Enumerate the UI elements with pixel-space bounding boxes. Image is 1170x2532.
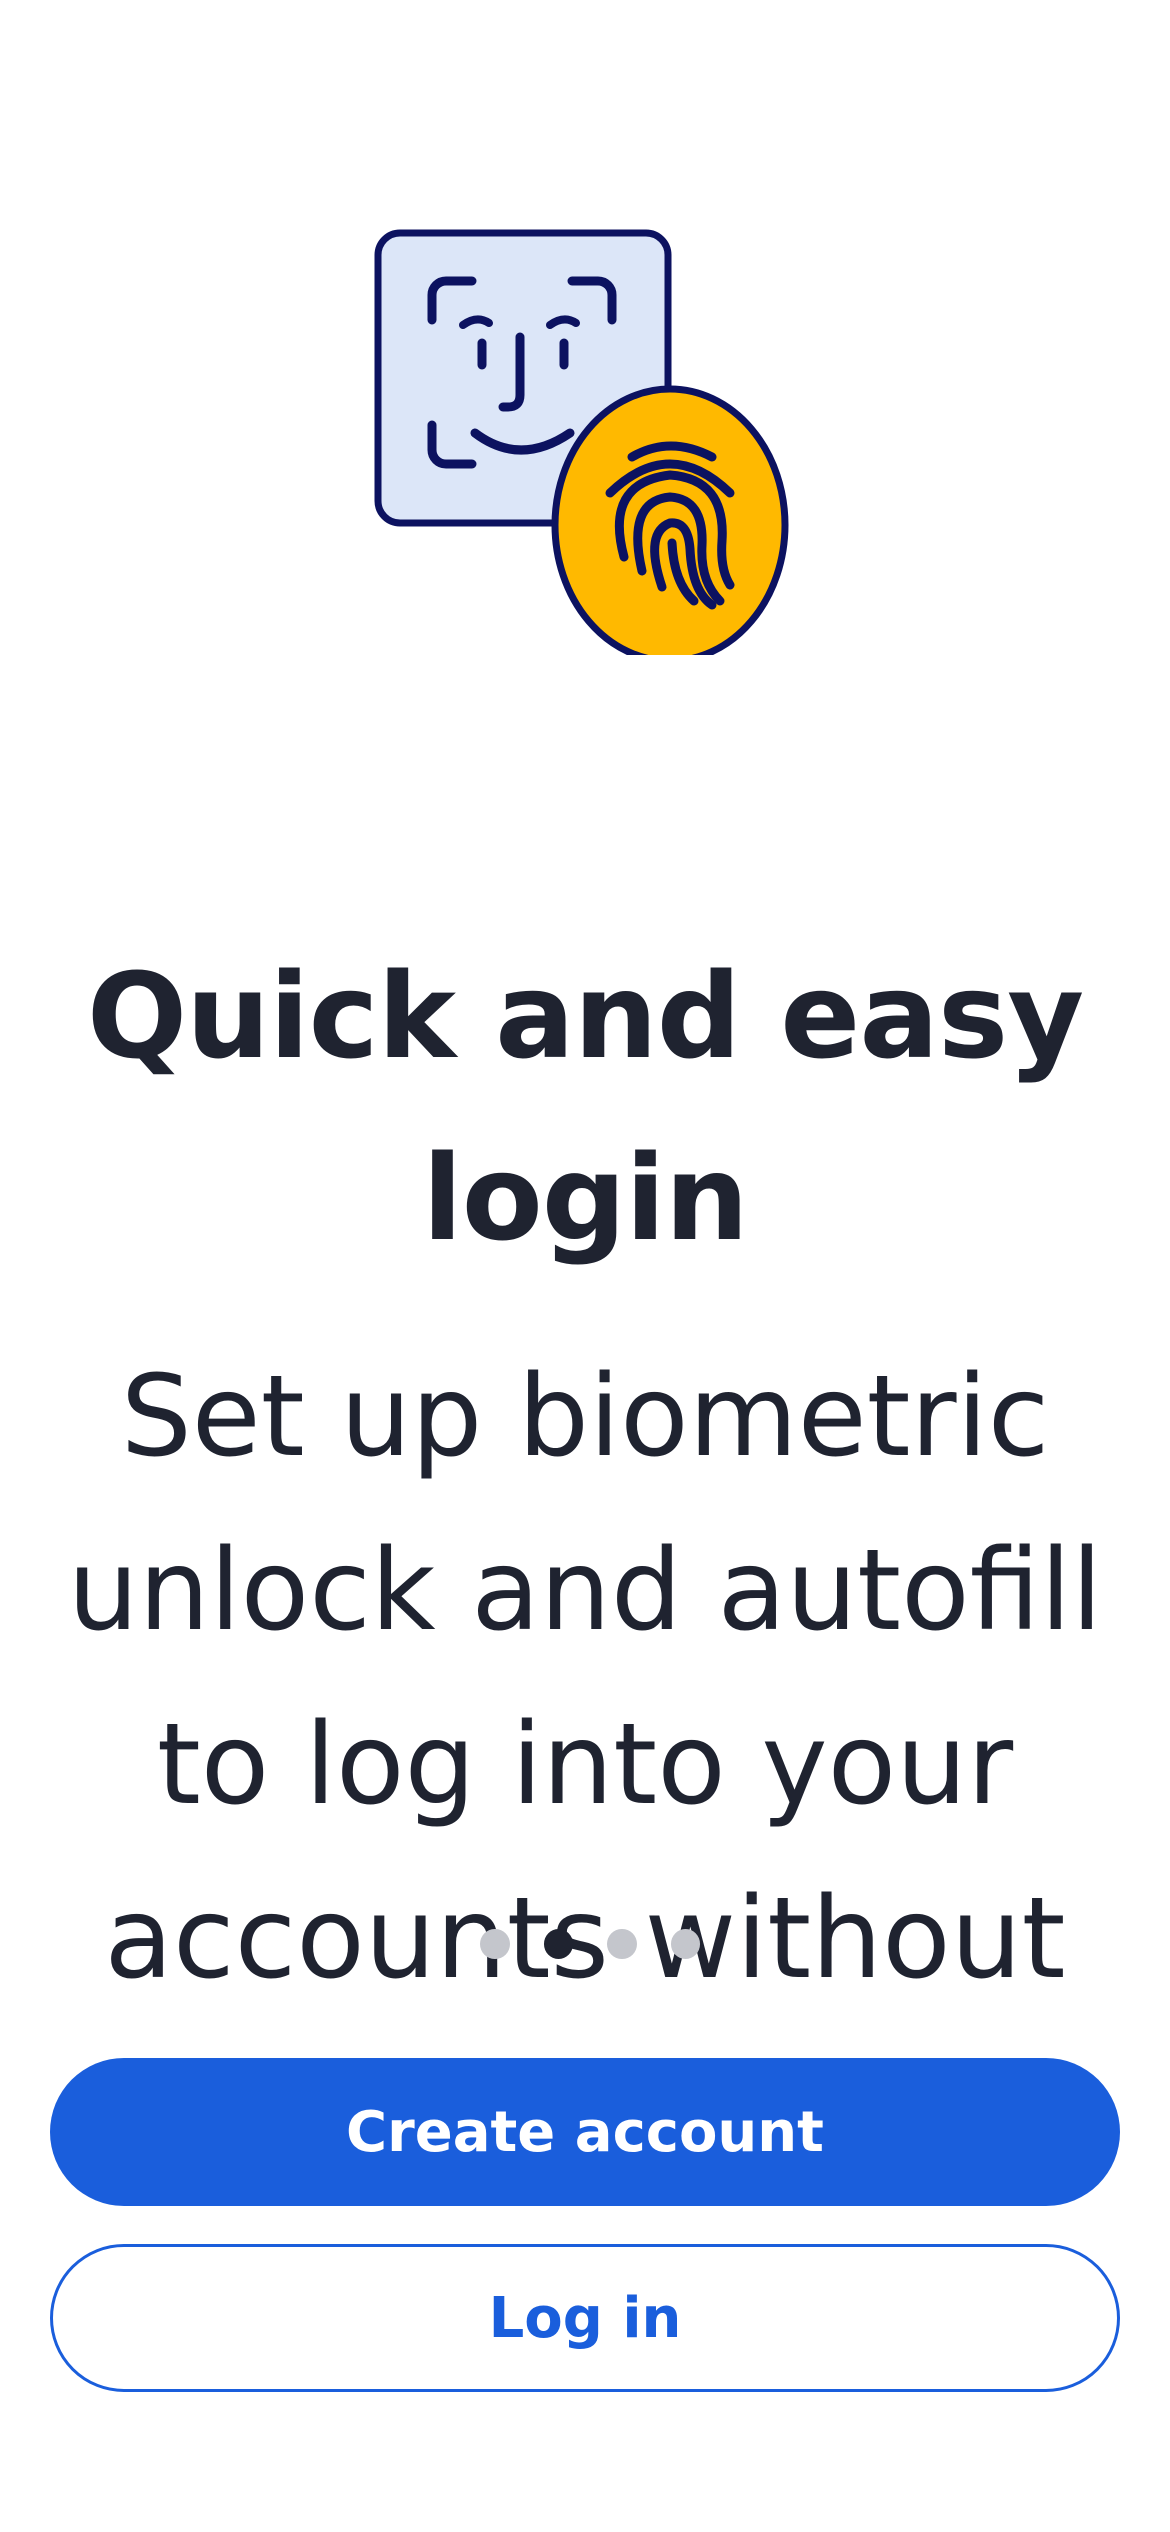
page-dot-1[interactable] xyxy=(480,1929,510,1959)
fingerprint-icon xyxy=(551,385,789,655)
page-description: Set up biometric unlock and autofill to … xyxy=(67,1352,1103,1990)
description-container: Set up biometric unlock and autofill to … xyxy=(0,1330,1170,1990)
page-title: Quick and easy login xyxy=(86,947,1084,1267)
login-button[interactable]: Log in xyxy=(50,2244,1120,2392)
page-dot-4[interactable] xyxy=(670,1929,700,1959)
biometric-illustration xyxy=(374,229,789,655)
page-dot-2[interactable] xyxy=(543,1929,573,1959)
page-dot-3[interactable] xyxy=(607,1929,637,1959)
create-account-button[interactable]: Create account xyxy=(50,2058,1120,2206)
page-indicator[interactable] xyxy=(480,1924,700,1964)
